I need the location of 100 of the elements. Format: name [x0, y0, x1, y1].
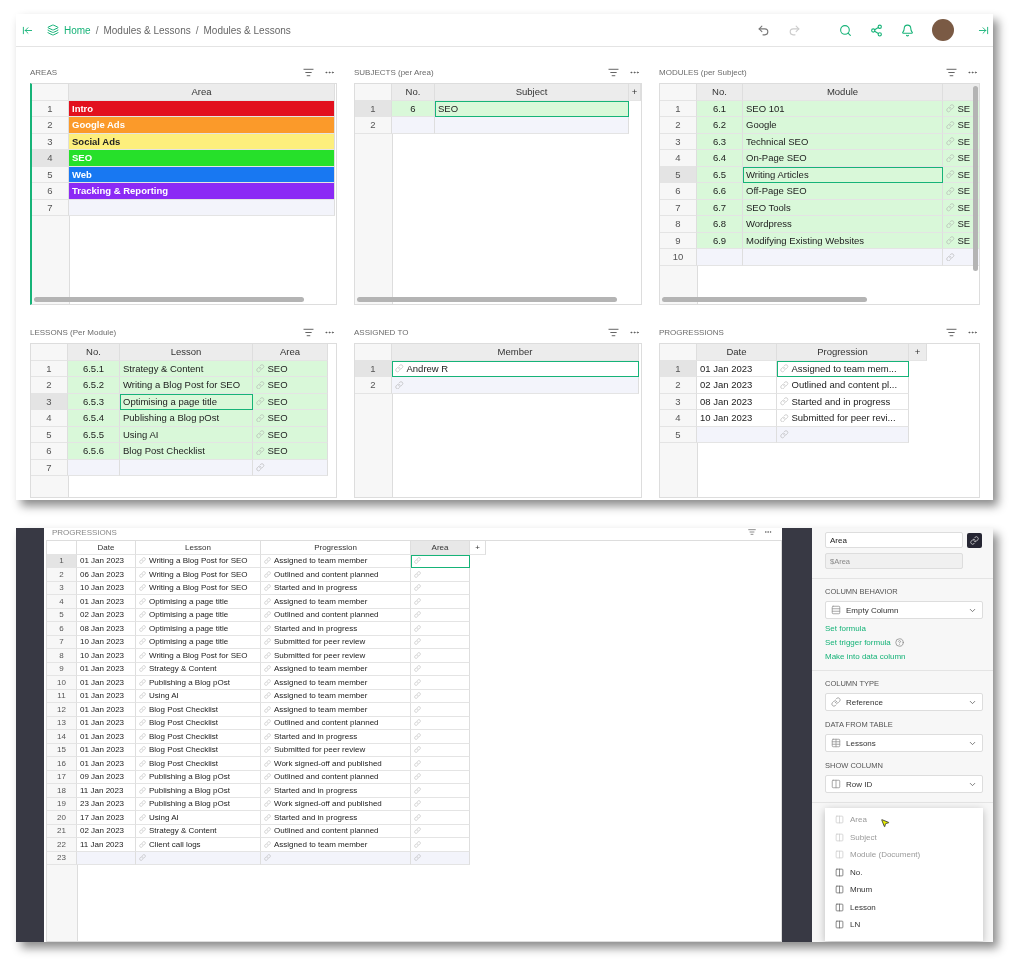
add-column-button[interactable]: +	[629, 84, 641, 101]
column-header[interactable]: Member	[392, 344, 639, 361]
redo-button[interactable]	[788, 23, 801, 37]
cell-text: Outlined and content planned	[274, 826, 379, 836]
cell-text: SEO	[267, 362, 288, 374]
link-icon	[139, 759, 146, 767]
column-header[interactable]: Subject	[435, 84, 629, 101]
search-button[interactable]	[839, 23, 852, 37]
column-header[interactable]: No.	[697, 84, 743, 101]
column-header[interactable]: Lesson	[120, 344, 253, 361]
cell-text: Submitted for peer review	[274, 637, 366, 647]
collapse-panel-icon[interactable]	[22, 24, 33, 36]
cell-text: Publishing a Blog pOst	[149, 772, 230, 782]
widget-title: AREAS	[30, 68, 59, 77]
menu-item[interactable]: Lesson	[825, 898, 983, 916]
menu-item[interactable]: LN	[825, 916, 983, 934]
column-header[interactable]: Progression	[261, 541, 411, 555]
exit-icon[interactable]	[978, 24, 989, 36]
undo-button[interactable]	[757, 23, 770, 37]
widget-title: PROGRESSIONS	[659, 328, 725, 337]
link-icon	[414, 759, 421, 767]
link-icon	[264, 624, 271, 632]
column-icon	[835, 867, 844, 877]
link-icon	[414, 786, 421, 794]
add-column-button[interactable]: +	[470, 541, 486, 555]
vertical-scrollbar[interactable]	[973, 86, 978, 271]
sort-filter-icon[interactable]	[946, 67, 957, 78]
new-row-cell[interactable]	[743, 249, 943, 266]
column-label-field[interactable]: Area	[825, 532, 963, 548]
sort-filter-icon[interactable]	[608, 327, 619, 338]
horizontal-scrollbar[interactable]	[662, 297, 867, 302]
menu-item[interactable]: No.	[825, 863, 983, 881]
link-icon	[256, 463, 265, 472]
link-icon	[780, 397, 789, 406]
column-header[interactable]: Area	[253, 344, 328, 361]
dropdown-select[interactable]: Row ID	[825, 775, 983, 793]
behavior-select[interactable]: Empty Column	[825, 601, 983, 619]
new-row-cell[interactable]	[392, 377, 639, 394]
link-icon	[256, 364, 265, 373]
new-row-cell[interactable]	[697, 249, 743, 266]
sort-filter-icon[interactable]	[946, 327, 957, 338]
help-icon[interactable]	[894, 638, 904, 647]
table-cell: 01 Jan 2023	[77, 595, 136, 609]
cell-text: Strategy & Content	[149, 664, 217, 674]
new-row-cell[interactable]	[435, 117, 629, 134]
link-icon	[414, 638, 421, 646]
table-cell: Blog Post Checklist	[120, 443, 253, 460]
link-icon	[139, 678, 146, 686]
column-header[interactable]: Lesson	[136, 541, 261, 555]
link-icon	[946, 153, 955, 162]
column-header[interactable]: No.	[392, 84, 435, 101]
link-icon	[139, 557, 146, 565]
table-cell: Google	[743, 117, 943, 134]
cell-text: SEO	[267, 412, 288, 424]
cell-text: Started and in progress	[274, 812, 358, 822]
column-header[interactable]: Area	[69, 84, 335, 101]
share-button[interactable]	[870, 23, 883, 37]
menu-item[interactable]: Mnum	[825, 881, 983, 899]
add-column-button[interactable]: +	[909, 344, 927, 361]
column-header[interactable]: Area	[411, 541, 470, 555]
column-icon	[835, 850, 844, 860]
table-cell: 08 Jan 2023	[77, 622, 136, 636]
link-button[interactable]	[967, 532, 982, 548]
column-header[interactable]: Date	[697, 344, 777, 361]
table-cell: 6.5.6	[68, 443, 120, 460]
dropdown-select[interactable]: Lessons	[825, 734, 983, 752]
cell-text: Started and in progress	[274, 623, 358, 633]
link-icon	[414, 678, 421, 686]
column-header[interactable]: Progression	[777, 344, 909, 361]
user-avatar[interactable]	[932, 19, 954, 41]
horizontal-scrollbar[interactable]	[34, 297, 304, 302]
breadcrumb-link[interactable]: Modules & Lessons	[203, 24, 291, 36]
cell-text: Started and in progress	[274, 583, 358, 593]
row-number[interactable]: 4	[32, 150, 69, 167]
breadcrumb-link[interactable]: Modules & Lessons	[103, 24, 191, 36]
column-header[interactable]: No.	[68, 344, 120, 361]
horizontal-scrollbar[interactable]	[357, 297, 617, 302]
cell-text: Assigned to team member	[274, 664, 368, 674]
sort-filter-icon[interactable]	[303, 67, 314, 78]
column-header[interactable]: Module	[743, 84, 943, 101]
cell-text: SE	[957, 218, 971, 230]
link-icon	[139, 840, 146, 848]
sort-filter-icon[interactable]	[303, 327, 314, 338]
link-icon	[139, 746, 146, 754]
dropdown-select[interactable]: Reference	[825, 693, 983, 711]
menu-item-label: Area	[850, 815, 867, 825]
link-icon	[946, 252, 955, 261]
mouse-pointer-icon	[880, 818, 890, 828]
column-header[interactable]: Date	[77, 541, 136, 555]
cell-text: Using AI	[149, 691, 179, 701]
new-row-cell[interactable]	[392, 117, 435, 134]
sort-filter-icon[interactable]	[608, 67, 619, 78]
menu-item-label: LN	[850, 920, 861, 930]
notifications-button[interactable]	[901, 23, 914, 37]
table-cell: 06 Jan 2023	[77, 568, 136, 582]
more-icon[interactable]	[764, 528, 772, 536]
link-icon	[414, 840, 421, 848]
table-cell: Wordpress	[743, 216, 943, 233]
sort-filter-icon[interactable]	[748, 528, 756, 536]
link-icon	[139, 692, 146, 700]
